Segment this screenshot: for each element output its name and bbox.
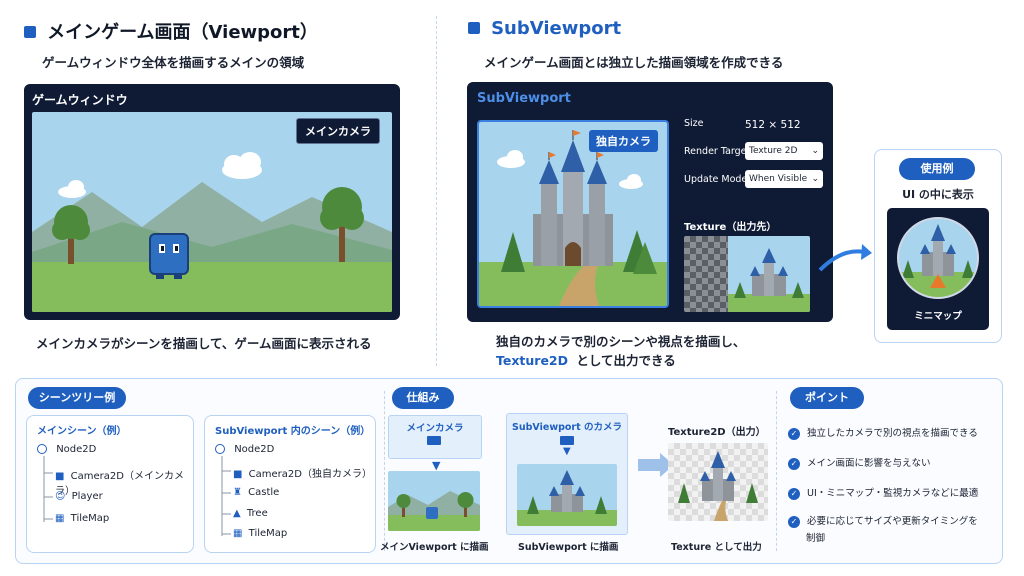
camera-icon: [427, 436, 441, 445]
scene-tree-badge: シーンツリー例: [28, 387, 126, 409]
main-viewport-thumbnail: [388, 471, 480, 531]
down-arrow-icon: ▼: [563, 446, 571, 457]
own-camera-label: 独自カメラ: [589, 130, 658, 152]
smiley-icon: ☺: [55, 491, 66, 502]
subviewport-caption: SubViewport に描画: [518, 542, 619, 553]
node2d-icon: [215, 444, 225, 454]
grid-icon: ▦: [55, 513, 65, 524]
subviewport-window: SubViewport 独自カメラ Size 512 × 512 Render …: [467, 82, 833, 322]
usage-example-panel: 使用例 UI の中に表示 ミニマップ: [874, 149, 1002, 343]
texture-output-thumbnail: [668, 443, 768, 521]
tree-node-tree: ▲ Tree: [233, 508, 268, 519]
right-arrow-shaft: [638, 459, 662, 471]
point-item: ✓ メイン画面に影響を与えない: [788, 455, 931, 470]
tree-node-player: ☺ Player: [55, 491, 103, 502]
chevron-down-icon: ⌄: [811, 174, 819, 184]
tree-node-root: Node2D: [215, 444, 274, 455]
castle-scene-thumbnail: [517, 464, 617, 526]
point-item: ✓ UI・ミニマップ・監視カメラなどに最適: [788, 485, 978, 500]
texture-preview-illustration: [684, 236, 810, 312]
update-mode-label: Update Mode: [684, 174, 748, 185]
right-caption-line2: Texture2D として出力できる: [496, 353, 676, 368]
texture-thumbnail-illustration: [668, 443, 768, 521]
size-label: Size: [684, 118, 704, 129]
texture-caption: Texture として出力: [671, 542, 762, 553]
grid-icon: ▦: [233, 528, 243, 539]
heading-bullet-icon: [24, 26, 36, 38]
game-window-title: ゲームウィンドウ: [32, 93, 128, 107]
usage-badge: 使用例: [899, 158, 975, 180]
main-viewport-caption: メインViewport に描画: [380, 542, 489, 553]
chevron-down-icon: ⌄: [811, 146, 819, 156]
tree-icon: ▲: [233, 508, 241, 519]
main-camera-label: メインカメラ: [296, 118, 380, 144]
minimap-label: ミニマップ: [914, 311, 962, 322]
left-subtitle: ゲームウィンドウ全体を描画するメインの領域: [42, 55, 305, 70]
usage-title: UI の中に表示: [902, 188, 974, 201]
arrow-icon: [818, 244, 872, 272]
bottom-panel: シーンツリー例 メインシーン（例） Node2D ■ Camera2D（メインカ…: [15, 378, 1003, 564]
camera-icon: ■: [55, 471, 65, 482]
tree-node-castle: ♜ Castle: [233, 487, 280, 498]
points-badge: ポイント: [790, 387, 864, 409]
section-divider: [436, 16, 437, 366]
tree-node-camera: ■ Camera2D（独自カメラ）: [233, 469, 372, 480]
left-caption: メインカメラがシーンを描画して、ゲーム画面に表示される: [36, 336, 372, 351]
main-scene-tree: メインシーン（例） Node2D ■ Camera2D（メインカメラ） ☺ Pl…: [26, 415, 194, 553]
section-divider: [776, 391, 777, 551]
tree-node-root: Node2D: [37, 444, 96, 455]
texture-output-preview: [684, 236, 810, 312]
subviewport-camera-box: SubViewport のカメラ ▼: [506, 413, 628, 535]
check-icon: ✓: [788, 488, 800, 500]
castle-icon: ♜: [233, 487, 242, 498]
texture-output-label: Texture（出力先）: [684, 222, 777, 233]
render-target-label: Render Target: [684, 146, 751, 157]
tree-node-tilemap: ▦ TileMap: [233, 528, 288, 539]
right-heading: SubViewport: [468, 18, 621, 39]
subviewport-thumbnail: [517, 464, 617, 526]
subviewport-scene-tree: SubViewport 内のシーン（例） Node2D ■ Camera2D（独…: [204, 415, 376, 553]
heading-bullet-icon: [468, 22, 480, 34]
minimap-window: ミニマップ: [887, 208, 989, 330]
size-value: 512 × 512: [745, 119, 801, 131]
player-icon: [149, 233, 189, 279]
check-icon: ✓: [788, 458, 800, 470]
node2d-icon: [37, 444, 47, 454]
point-item: ✓ 必要に応じてサイズや更新タイミングを: [788, 513, 978, 528]
game-window: ゲームウィンドウ メインカメラ: [24, 84, 400, 320]
right-subtitle: メインゲーム画面とは独立した描画領域を作成できる: [484, 55, 784, 70]
right-caption-line1: 独自のカメラで別のシーンや視点を描画し、: [496, 334, 746, 349]
tree-node-tilemap: ▦ TileMap: [55, 513, 110, 524]
check-icon: ✓: [788, 428, 800, 440]
minimap-illustration: [897, 217, 979, 299]
point-item-continued: 制御: [806, 533, 826, 544]
render-target-select[interactable]: Texture 2D ⌄: [745, 142, 823, 160]
camera-icon: ■: [233, 469, 243, 480]
main-scene-thumbnail: [388, 471, 480, 531]
subviewport-window-title: SubViewport: [477, 91, 571, 106]
tree-connector-lines: [221, 456, 231, 536]
camera-icon: [560, 436, 574, 445]
mechanism-badge: 仕組み: [392, 387, 454, 409]
check-icon: ✓: [788, 516, 800, 528]
left-heading: メインゲーム画面（Viewport）: [24, 18, 318, 44]
texture-output-title: Texture2D（出力）: [668, 427, 766, 438]
point-item: ✓ 独立したカメラで別の視点を描画できる: [788, 425, 978, 440]
section-divider: [384, 391, 385, 551]
update-mode-select[interactable]: When Visible ⌄: [745, 170, 823, 188]
main-camera-box: メインカメラ: [388, 415, 482, 459]
